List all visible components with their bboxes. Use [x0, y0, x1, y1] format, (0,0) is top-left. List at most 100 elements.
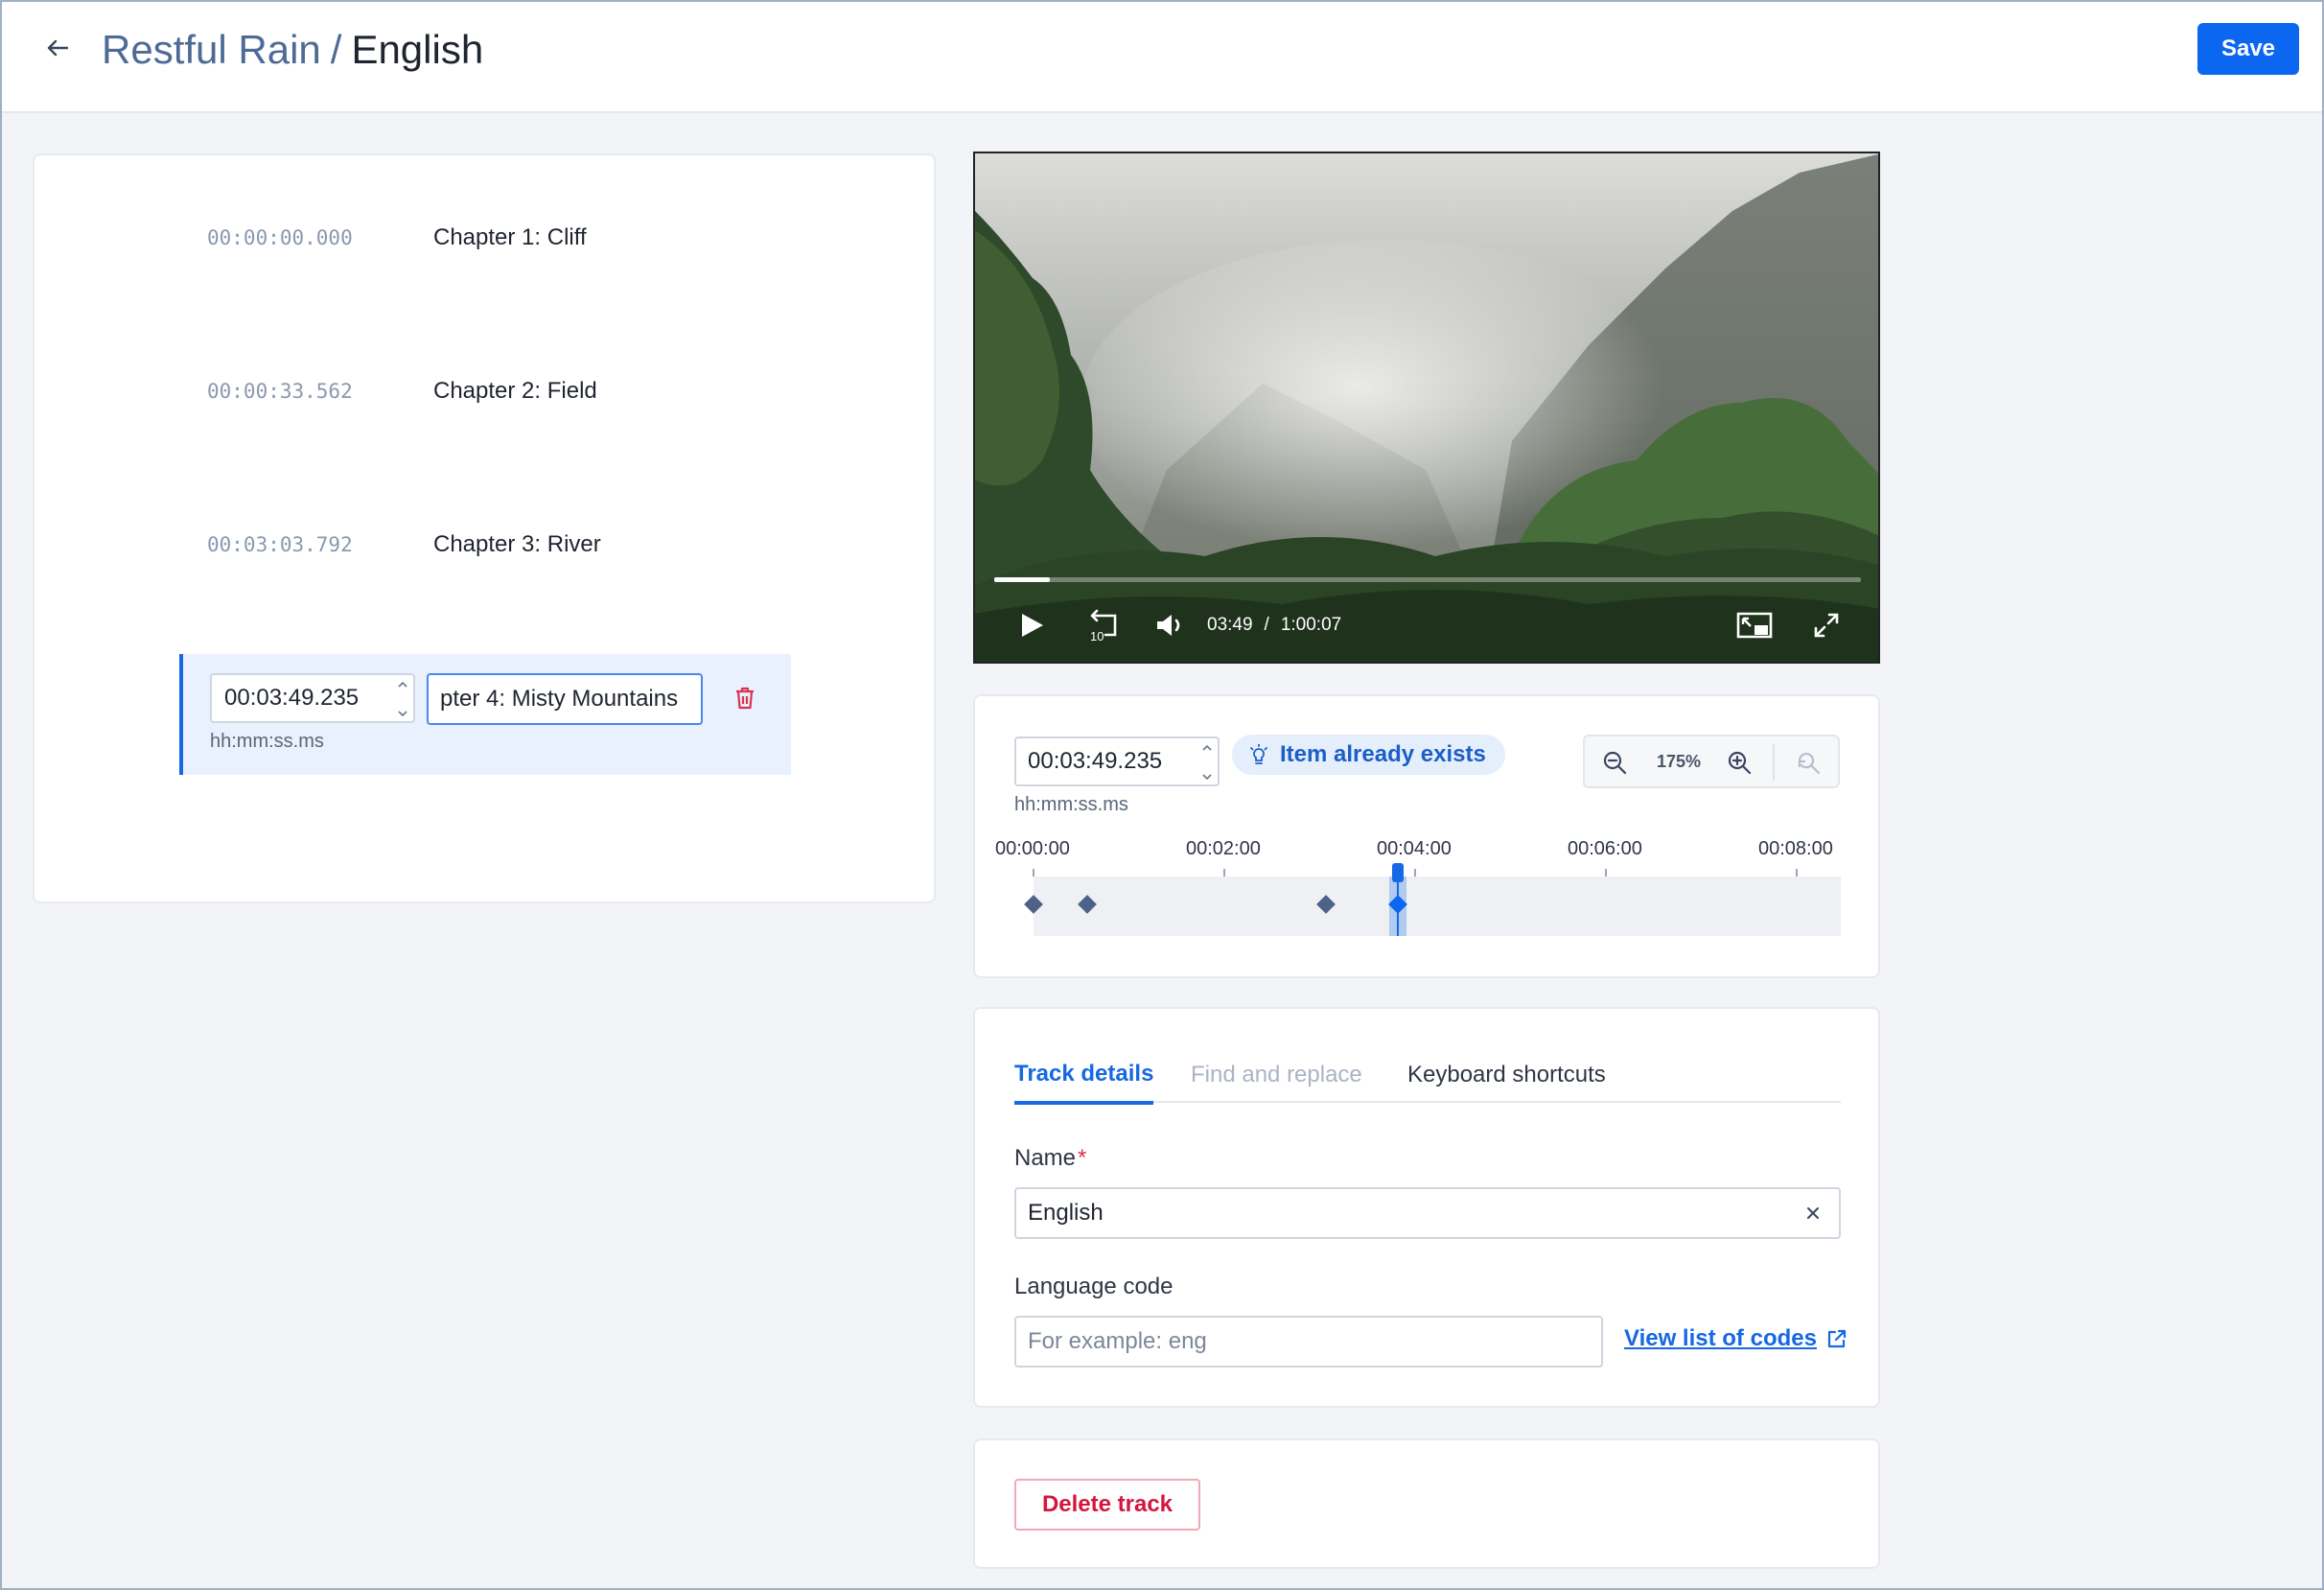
play-button[interactable]	[1013, 604, 1052, 646]
lightbulb-icon	[1250, 744, 1267, 764]
chapter-row[interactable]: 00:00:33.562 Chapter 2: Field	[207, 372, 597, 410]
chapters-panel: 00:00:00.000 Chapter 1: Cliff 00:00:33.5…	[33, 153, 936, 903]
name-label-text: Name	[1014, 1145, 1077, 1171]
zoom-out-icon	[1603, 751, 1627, 775]
replay-seconds: 10	[1090, 629, 1104, 643]
chevron-down-icon[interactable]	[398, 710, 407, 717]
tick-label: 00:04:00	[1377, 838, 1452, 859]
delete-chapter-button[interactable]	[728, 681, 762, 715]
chapter-title: Chapter 1: Cliff	[433, 224, 587, 250]
timeline-panel: 00:03:49.235 hh:mm:ss.ms Item already ex…	[973, 694, 1880, 978]
chapter-row[interactable]: 00:03:03.792 Chapter 3: River	[207, 526, 601, 564]
name-label: Name*	[1014, 1145, 1086, 1172]
breadcrumb: Restful Rain / English	[102, 25, 483, 75]
chapter-time-input[interactable]: 00:03:49.235	[210, 673, 415, 723]
tick-label: 00:00:00	[995, 838, 1070, 859]
chapter-marker[interactable]	[1077, 895, 1097, 914]
language-code-input[interactable]: For example: eng	[1014, 1316, 1603, 1368]
details-tabs: Track details Find and replace Keyboard …	[1014, 1047, 1841, 1105]
breadcrumb-parent[interactable]: Restful Rain	[102, 27, 321, 72]
video-frame	[975, 153, 1878, 662]
breadcrumb-separator: /	[330, 27, 342, 72]
tick-mark	[1605, 869, 1607, 877]
tab-keyboard-shortcuts[interactable]: Keyboard shortcuts	[1407, 1047, 1606, 1103]
back-button[interactable]	[38, 29, 77, 67]
name-value: English	[1028, 1200, 1104, 1226]
zoom-divider	[1773, 744, 1775, 781]
chapter-row[interactable]: 00:00:00.000 Chapter 1: Cliff	[207, 219, 587, 257]
zoom-in-icon	[1728, 751, 1752, 775]
picture-in-picture-button[interactable]	[1733, 604, 1776, 646]
zoom-controls: 175%	[1583, 735, 1840, 788]
chapter-marker[interactable]	[1315, 895, 1336, 914]
chevron-down-icon[interactable]	[1202, 773, 1212, 781]
time-separator: /	[1264, 615, 1269, 635]
zoom-in-button[interactable]	[1721, 744, 1757, 781]
timeline-time-stepper[interactable]	[1200, 744, 1214, 781]
required-mark: *	[1078, 1145, 1087, 1171]
time-format-hint: hh:mm:ss.ms	[210, 731, 324, 752]
item-exists-badge: Item already exists	[1232, 735, 1505, 775]
chapter-title: Chapter 3: River	[433, 531, 601, 557]
page-title: English	[351, 27, 484, 72]
arrow-left-icon	[47, 39, 68, 57]
chapter-time: 00:00:00.000	[207, 226, 353, 249]
progress-bar[interactable]	[994, 577, 1861, 582]
external-link-icon	[1827, 1329, 1847, 1348]
fullscreen-button[interactable]	[1807, 604, 1846, 646]
language-code-placeholder: For example: eng	[1028, 1328, 1207, 1354]
trash-icon	[736, 687, 754, 710]
tick-label: 00:02:00	[1186, 838, 1261, 859]
name-input[interactable]: English	[1014, 1187, 1841, 1239]
chapter-title: Chapter 2: Field	[433, 378, 597, 404]
video-player[interactable]: 10 03:49 / 1:00:07	[973, 152, 1880, 664]
volume-button[interactable]	[1151, 604, 1190, 646]
current-time: 03:49	[1207, 615, 1253, 635]
tick-mark	[1414, 869, 1416, 877]
timeline-time-input[interactable]: 00:03:49.235	[1014, 737, 1220, 786]
chapter-marker[interactable]	[1024, 895, 1043, 914]
tab-find-and-replace: Find and replace	[1191, 1062, 1362, 1087]
track-details-panel: Track details Find and replace Keyboard …	[973, 1007, 1880, 1408]
fullscreen-icon	[1814, 613, 1839, 638]
chapter-time: 00:03:03.792	[207, 533, 353, 556]
save-button[interactable]: Save	[2197, 23, 2299, 75]
badge-text: Item already exists	[1280, 741, 1486, 767]
replay-10-button[interactable]: 10	[1082, 604, 1125, 646]
timeline-ruler: 00:00:00 00:02:00 00:04:00 00:06:00 00:08:00	[995, 838, 1858, 877]
playhead-handle[interactable]	[1392, 863, 1405, 882]
volume-icon	[1157, 615, 1180, 636]
zoom-out-button[interactable]	[1596, 744, 1633, 781]
reset-zoom-icon	[1798, 753, 1821, 775]
tab-track-details[interactable]: Track details	[1014, 1047, 1154, 1105]
reset-zoom-button[interactable]	[1790, 744, 1826, 781]
replay-10-icon: 10	[1090, 609, 1117, 643]
video-controls: 10 03:49 / 1:00:07	[975, 598, 1878, 656]
chevron-up-icon[interactable]	[1202, 744, 1212, 752]
language-code-label: Language code	[1014, 1274, 1174, 1299]
tick-label: 00:08:00	[1758, 838, 1833, 859]
view-codes-link-text: View list of codes	[1624, 1325, 1817, 1351]
chapter-title-input[interactable]: pter 4: Misty Mountains	[427, 673, 703, 725]
chapter-edit-row: 00:03:49.235 pter 4: Misty Mountains hh:…	[179, 654, 791, 775]
top-bar: Restful Rain / English Save	[0, 0, 2324, 113]
timeline-lane[interactable]	[1024, 863, 1841, 936]
progress-fill	[994, 577, 1050, 582]
duration: 1:00:07	[1280, 615, 1342, 635]
play-icon	[1022, 614, 1043, 637]
chapter-time: 00:00:33.562	[207, 380, 353, 403]
clear-name-button[interactable]	[1801, 1201, 1825, 1226]
timeline-time-value: 00:03:49.235	[1028, 748, 1163, 774]
chapter-time-value: 00:03:49.235	[224, 685, 360, 711]
time-format-hint: hh:mm:ss.ms	[1014, 794, 1128, 815]
tick-mark	[1796, 869, 1798, 877]
tick-mark	[1223, 869, 1225, 877]
delete-track-button[interactable]: Delete track	[1014, 1479, 1200, 1531]
zoom-level: 175%	[1656, 751, 1702, 771]
video-timecode: 03:49 / 1:00:07	[1207, 598, 1341, 652]
time-stepper[interactable]	[396, 681, 409, 717]
view-codes-link[interactable]: View list of codes	[1624, 1325, 1848, 1352]
danger-zone: Delete track	[973, 1438, 1880, 1569]
chevron-up-icon[interactable]	[398, 681, 407, 689]
chapter-title-value: pter 4: Misty Mountains	[440, 686, 679, 712]
